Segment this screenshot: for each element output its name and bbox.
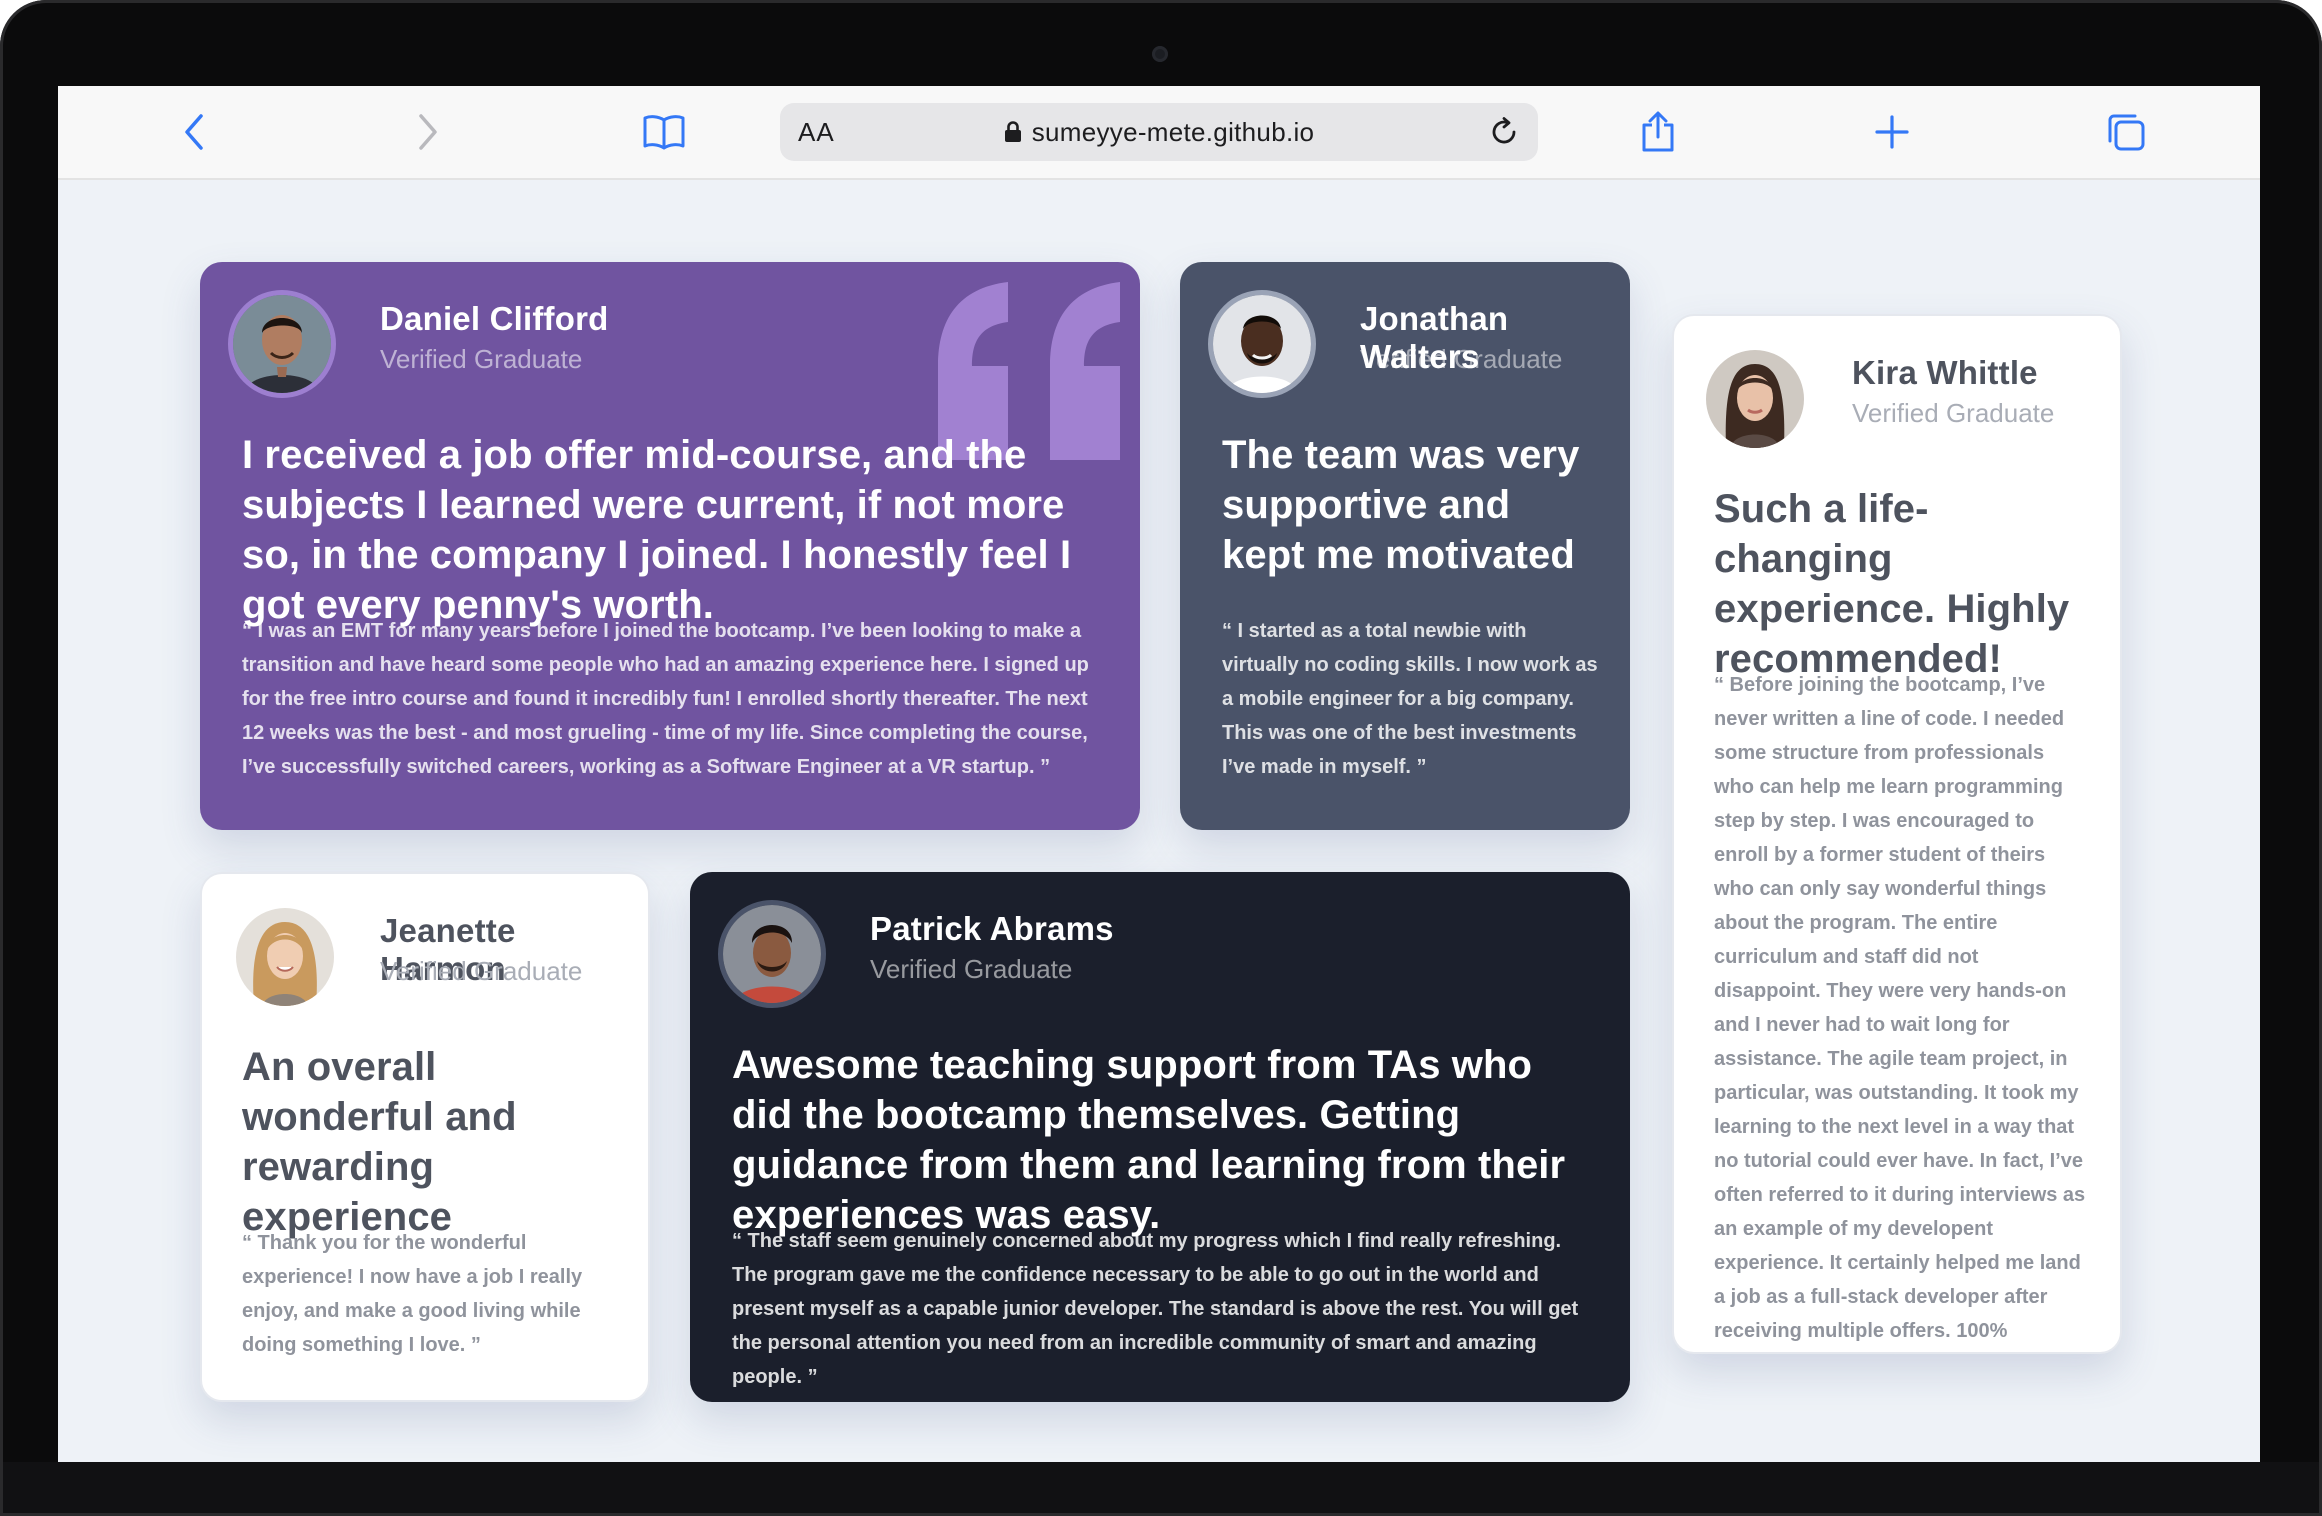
book-icon [643,115,685,150]
testimonial-body: “ I started as a total newbie with virtu… [1222,620,1598,778]
author-name: Kira Whittle [1852,354,2038,391]
chevron-right-icon [419,114,437,150]
author-name: Daniel Clifford [380,300,609,337]
plus-icon [1875,115,1909,149]
avatar [236,908,334,1006]
author-role: Verified Graduate [380,956,583,986]
testimonial-body: “ Before joining the bootcamp, I’ve neve… [1714,674,2086,1342]
tabs-button[interactable] [2104,110,2148,154]
browser-screen: AA sumeyye-mete.github.io Daniel Cliffor… [58,86,2260,1462]
testimonial-card-kira: Kira Whittle Verified Graduate Such a li… [1672,314,2122,1354]
testimonial-body: “ The staff seem genuinely concerned abo… [732,1230,1579,1388]
avatar [228,290,336,398]
avatar [1706,350,1804,448]
testimonial-body: “ I was an EMT for many years before I j… [242,620,1089,778]
testimonial-card-patrick: Patrick Abrams Verified Graduate Awesome… [690,872,1630,1402]
new-tab-button[interactable] [1870,110,1914,154]
author-role: Verified Graduate [1852,398,2055,428]
avatar [718,900,826,1008]
testimonial-card-jeanette: Jeanette Harmon Verified Graduate An ove… [200,872,650,1402]
testimonial-card-jonathan: Jonathan Walters Verified Graduate The t… [1180,262,1630,830]
url-display: sumeyye-mete.github.io [780,103,1538,161]
back-button[interactable] [172,110,216,154]
author-role: Verified Graduate [1360,344,1563,374]
testimonial-headline: An overall wonderful and rewarding exper… [242,1045,517,1239]
device-bottom-bezel [0,1462,2322,1516]
forward-button[interactable] [406,110,450,154]
lock-icon [1004,121,1021,142]
share-button[interactable] [1636,110,1680,154]
testimonial-headline: The team was very supportive and kept me… [1222,433,1580,577]
address-bar[interactable]: AA sumeyye-mete.github.io [780,103,1538,161]
bookmarks-button[interactable] [642,110,686,154]
testimonial-headline: I received a job offer mid-course, and t… [242,433,1072,627]
author-role: Verified Graduate [870,954,1073,984]
camera [1152,46,1168,62]
testimonial-body: “ Thank you for the wonderful experience… [242,1232,583,1356]
testimonial-headline: Awesome teaching support from TAs who di… [732,1043,1566,1237]
testimonial-card-daniel: Daniel Clifford Verified Graduate I rece… [200,262,1140,830]
avatar [1208,290,1316,398]
reload-icon [1492,117,1516,144]
chevron-left-icon [185,114,203,150]
url-text: sumeyye-mete.github.io [1031,116,1315,147]
browser-toolbar: AA sumeyye-mete.github.io [58,86,2260,180]
share-icon [1642,111,1674,152]
reload-button[interactable] [1488,116,1520,153]
tabs-icon [2108,114,2145,151]
author-role: Verified Graduate [380,344,583,374]
author-name: Patrick Abrams [870,910,1114,947]
testimonial-headline: Such a life-changing experience. Highly … [1714,487,2070,681]
